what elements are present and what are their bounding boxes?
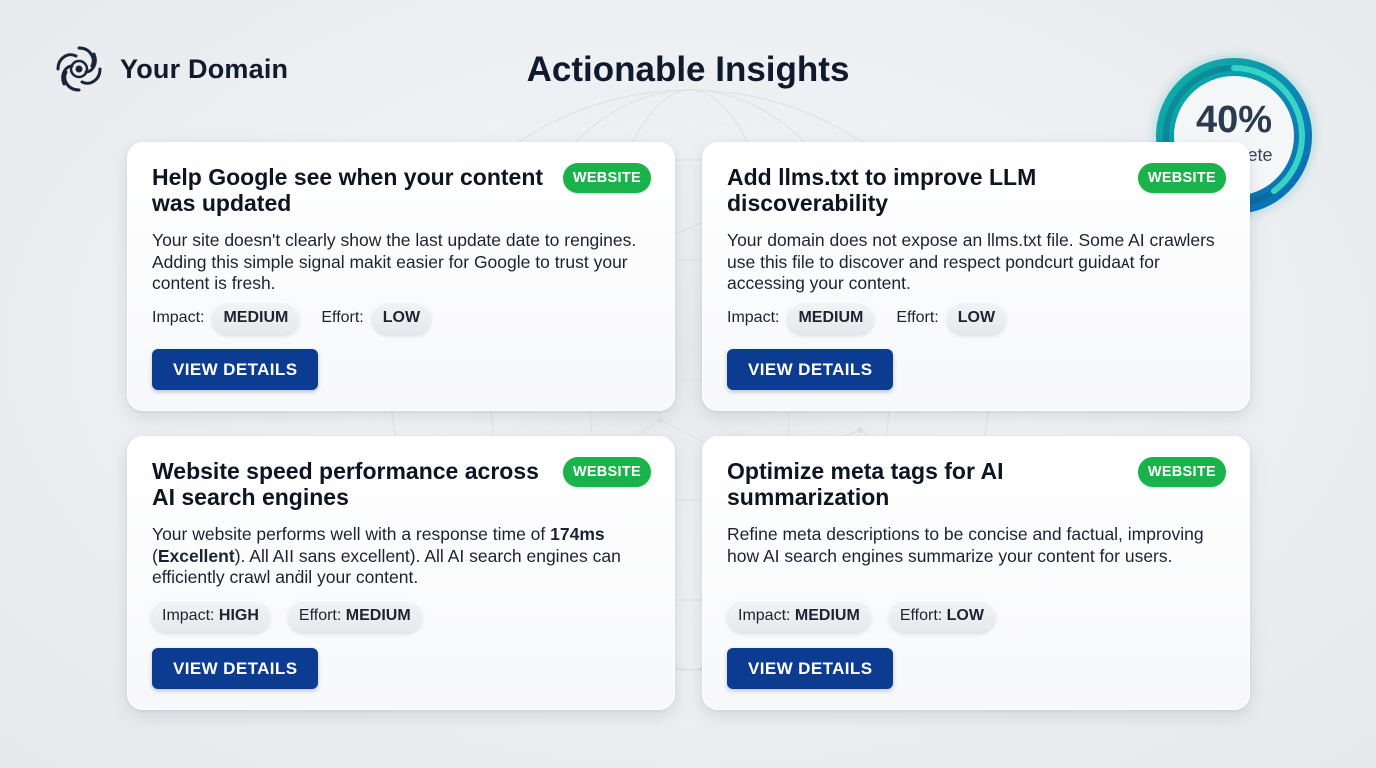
insight-card: Help Google see when your content was up…	[127, 142, 675, 411]
impact-effort-row: Impact: MEDIUM Effort: LOW	[727, 302, 1007, 334]
progress-percent: 40%	[1195, 98, 1273, 141]
card-title: Optimize meta tags for AI summarization	[727, 458, 1004, 510]
desc-text: Your site doesn't clearly show the last …	[152, 230, 637, 293]
impact-chip: MEDIUM	[212, 302, 300, 334]
effort-value: LOW	[946, 607, 984, 624]
desc-text: Your website performs well with a respon…	[152, 524, 551, 544]
effort-label: Effort:	[321, 309, 364, 326]
website-badge: WEBSITE	[1137, 163, 1226, 193]
impact-label: Impact:	[152, 309, 205, 326]
impact-label: Impact:	[738, 607, 791, 624]
impact-effort-row: Impact: MEDIUM Effort: LOW	[152, 302, 432, 334]
desc-text: Your domain does not expose an llms.txt …	[727, 230, 1215, 293]
website-badge: WEBSITE	[562, 457, 651, 487]
impact-label: Impact:	[162, 607, 215, 624]
desc-text: Refine meta descriptions to be concise a…	[727, 524, 1204, 566]
impact-chip: Impact: HIGH	[151, 600, 270, 632]
impact-effort-row: Impact: HIGH Effort: MEDIUM	[151, 600, 422, 632]
insight-card: Optimize meta tags for AI summarization …	[702, 436, 1250, 710]
card-title: Help Google see when your content was up…	[152, 164, 544, 216]
website-badge: WEBSITE	[562, 163, 651, 193]
card-title: Website speed performance across AI sear…	[152, 458, 539, 510]
website-badge: WEBSITE	[1137, 457, 1226, 487]
card-description: Your site doesn't clearly show the last …	[152, 230, 652, 295]
effort-value: MEDIUM	[345, 607, 411, 624]
impact-value: MEDIUM	[794, 607, 860, 624]
card-title: Add llms.txt to improve LLM discoverabil…	[727, 164, 1037, 216]
impact-chip: Impact: MEDIUM	[727, 600, 871, 632]
effort-chip: Effort: LOW	[888, 600, 995, 632]
view-details-button[interactable]: VIEW DETAILS	[152, 349, 319, 390]
view-details-button[interactable]: VIEW DETAILS	[152, 648, 319, 689]
view-details-button[interactable]: VIEW DETAILS	[727, 648, 894, 689]
insight-card: Website speed performance across AI sear…	[127, 436, 675, 710]
view-details-button[interactable]: VIEW DETAILS	[727, 349, 894, 390]
card-description: Refine meta descriptions to be concise a…	[727, 524, 1227, 567]
effort-label: Effort:	[298, 607, 342, 624]
effort-label: Effort:	[899, 607, 943, 624]
impact-effort-row: Impact: MEDIUM Effort: LOW	[727, 600, 995, 632]
card-description: Your website performs well with a respon…	[152, 524, 652, 589]
impact-value: HIGH	[218, 607, 259, 624]
effort-chip: Effort: MEDIUM	[287, 600, 422, 632]
impact-label: Impact:	[727, 309, 780, 326]
desc-highlight: Excellent	[157, 545, 235, 566]
effort-chip: LOW	[946, 302, 1007, 334]
desc-highlight: 174ms	[550, 524, 605, 544]
effort-chip: LOW	[371, 302, 432, 334]
impact-chip: MEDIUM	[787, 302, 875, 334]
insight-card: Add llms.txt to improve LLM discoverabil…	[702, 142, 1250, 411]
effort-label: Effort:	[896, 309, 939, 326]
card-description: Your domain does not expose an llms.txt …	[727, 230, 1227, 295]
